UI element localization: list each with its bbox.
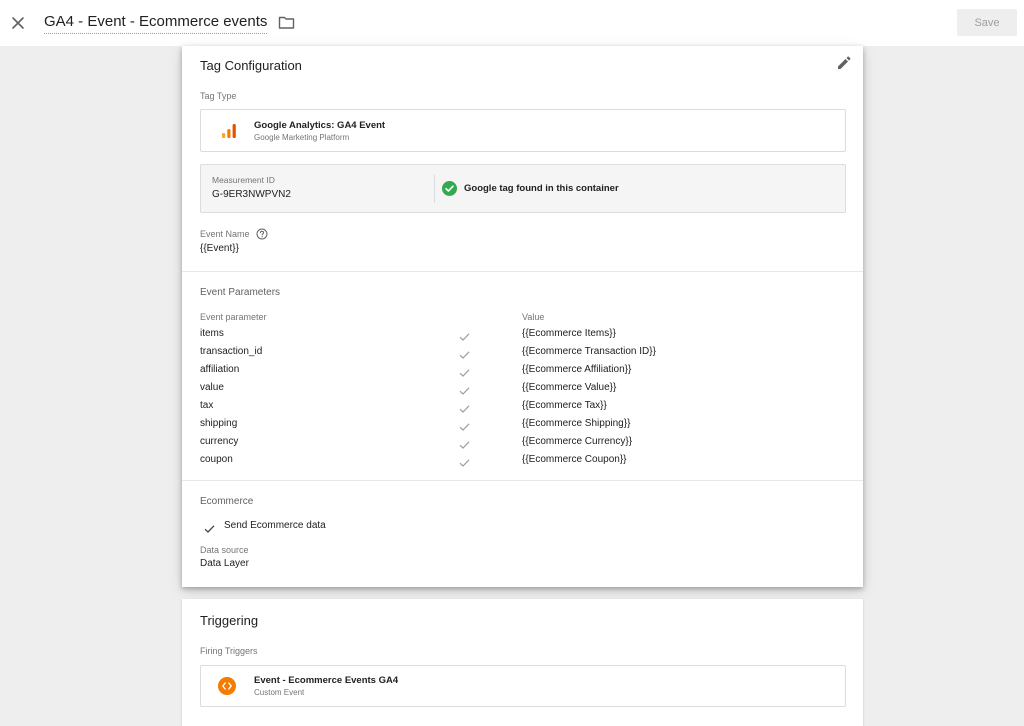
check-icon xyxy=(459,401,470,419)
tag-type-provider: Google Marketing Platform xyxy=(254,133,350,142)
parameter-value: {{Ecommerce Items}} xyxy=(522,328,616,339)
table-row: transaction_id {{Ecommerce Transaction I… xyxy=(182,346,863,360)
check-icon xyxy=(459,347,470,365)
divider xyxy=(434,175,435,203)
tag-configuration-title: Tag Configuration xyxy=(200,58,302,73)
ecommerce-title: Ecommerce xyxy=(200,496,254,507)
event-parameters-title: Event Parameters xyxy=(200,287,281,298)
trigger-name: Event - Ecommerce Events GA4 xyxy=(254,675,399,686)
data-source-label: Data source xyxy=(200,545,249,555)
parameter-name: currency xyxy=(200,436,239,447)
data-source-value: Data Layer xyxy=(200,558,249,569)
check-icon xyxy=(459,383,470,401)
parameter-value: {{Ecommerce Affiliation}} xyxy=(522,364,632,375)
save-button[interactable]: Save xyxy=(957,9,1017,36)
folder-icon[interactable] xyxy=(278,14,295,31)
edit-pencil-icon[interactable] xyxy=(836,55,852,71)
parameter-name: tax xyxy=(200,400,214,411)
measurement-id-value[interactable]: G-9ER3NWPVN2 xyxy=(212,189,291,200)
measurement-id-label: Measurement ID xyxy=(212,175,275,185)
triggering-card[interactable]: Triggering Firing Triggers Event - Ecomm… xyxy=(182,599,863,726)
measurement-id-box: Measurement ID G-9ER3NWPVN2 Google tag f… xyxy=(200,164,846,213)
parameter-name: value xyxy=(200,382,224,393)
table-row: currency {{Ecommerce Currency}} xyxy=(182,436,863,450)
tag-type-label: Tag Type xyxy=(200,91,237,101)
parameter-value: {{Ecommerce Currency}} xyxy=(522,436,633,447)
value-column-header: Value xyxy=(522,312,545,322)
trigger-item[interactable]: Event - Ecommerce Events GA4 Custom Even… xyxy=(200,665,846,707)
check-icon xyxy=(459,365,470,383)
parameter-name: items xyxy=(200,328,224,339)
parameter-value: {{Ecommerce Transaction ID}} xyxy=(522,346,656,357)
close-icon[interactable] xyxy=(9,14,27,32)
firing-triggers-label: Firing Triggers xyxy=(200,646,258,656)
check-circle-icon xyxy=(442,181,457,196)
parameter-name: shipping xyxy=(200,418,238,429)
check-icon xyxy=(459,419,470,437)
table-row: coupon {{Ecommerce Coupon}} xyxy=(182,454,863,468)
check-icon xyxy=(204,521,215,539)
custom-event-icon xyxy=(218,677,236,695)
tag-type-selector[interactable]: Google Analytics: GA4 Event Google Marke… xyxy=(200,109,846,152)
parameter-name: affiliation xyxy=(200,364,240,375)
triggering-title: Triggering xyxy=(200,613,259,628)
parameter-value: {{Ecommerce Coupon}} xyxy=(522,454,627,465)
event-name-value: {{Event}} xyxy=(200,243,239,254)
trigger-type: Custom Event xyxy=(254,688,305,697)
table-row: shipping {{Ecommerce Shipping}} xyxy=(182,418,863,432)
tag-configuration-card[interactable]: Tag Configuration Tag Type Google Analyt… xyxy=(182,46,863,587)
check-icon xyxy=(459,329,470,347)
event-name-label: Event Name xyxy=(200,229,250,239)
parameter-value: {{Ecommerce Value}} xyxy=(522,382,617,393)
table-row: value {{Ecommerce Value}} xyxy=(182,382,863,396)
section-divider xyxy=(182,271,863,272)
parameter-value: {{Ecommerce Shipping}} xyxy=(522,418,631,429)
event-parameter-column-header: Event parameter xyxy=(200,312,267,322)
help-icon[interactable] xyxy=(256,227,268,240)
google-tag-status: Google tag found in this container xyxy=(464,183,619,194)
table-row: affiliation {{Ecommerce Affiliation}} xyxy=(182,364,863,378)
analytics-bars-icon xyxy=(221,122,237,140)
check-icon xyxy=(459,437,470,455)
table-row: items {{Ecommerce Items}} xyxy=(182,328,863,342)
check-icon xyxy=(459,455,470,473)
parameter-value: {{Ecommerce Tax}} xyxy=(522,400,607,411)
parameter-name: transaction_id xyxy=(200,346,263,357)
tag-title[interactable]: GA4 - Event - Ecommerce events xyxy=(44,13,268,34)
parameter-name: coupon xyxy=(200,454,233,465)
section-divider xyxy=(182,480,863,481)
tag-type-name: Google Analytics: GA4 Event xyxy=(254,120,386,131)
top-bar: GA4 - Event - Ecommerce events Save xyxy=(0,0,1024,46)
table-row: tax {{Ecommerce Tax}} xyxy=(182,400,863,414)
send-ecommerce-data: Send Ecommerce data xyxy=(224,520,326,531)
